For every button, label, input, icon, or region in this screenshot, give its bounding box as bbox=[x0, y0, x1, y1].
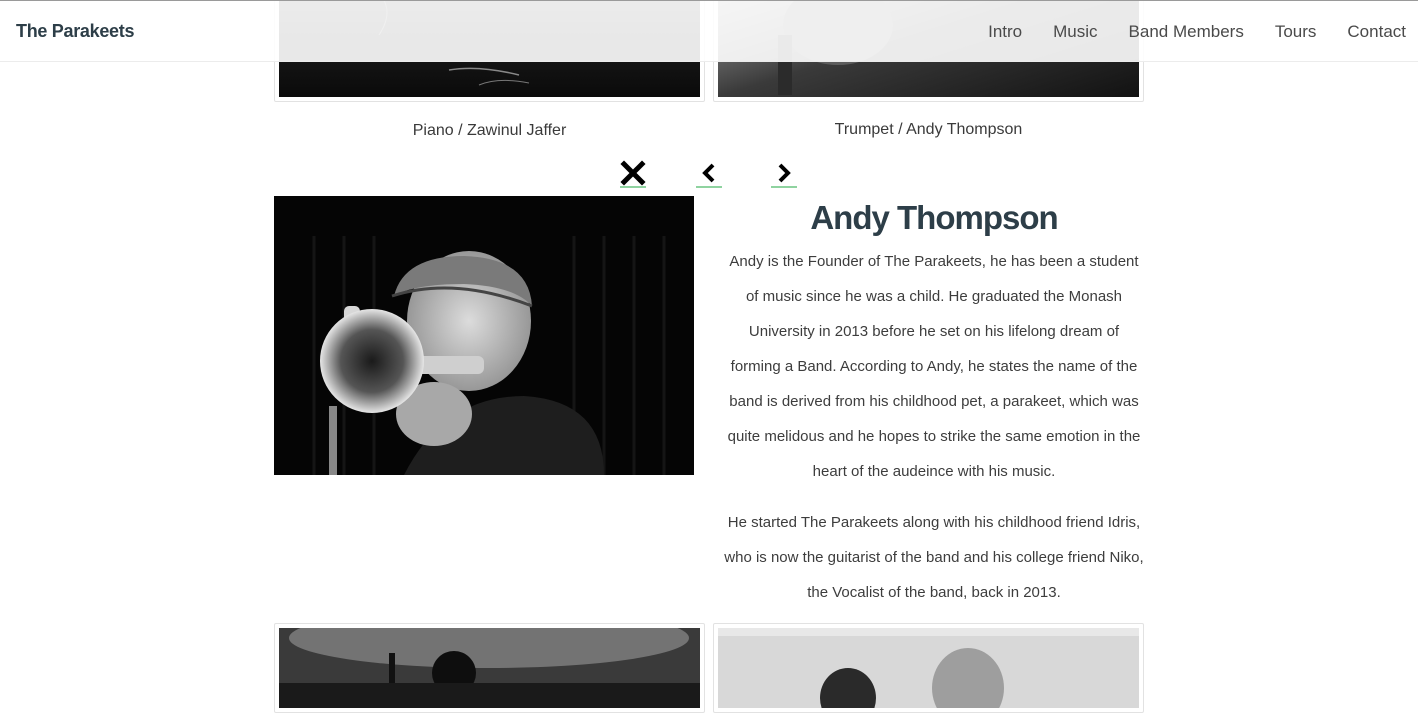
chevron-left-icon bbox=[702, 163, 715, 183]
main-nav: Intro Music Band Members Tours Contact bbox=[988, 22, 1406, 42]
nav-band-members[interactable]: Band Members bbox=[1129, 22, 1244, 42]
nav-intro[interactable]: Intro bbox=[988, 22, 1022, 42]
prev-button[interactable] bbox=[696, 160, 722, 188]
band-member-photo bbox=[718, 628, 1139, 708]
close-button[interactable] bbox=[620, 160, 646, 188]
site-header: The Parakeets Intro Music Band Members T… bbox=[0, 1, 1418, 62]
member-bio-paragraph: He started The Parakeets along with his … bbox=[724, 514, 1144, 601]
member-detail: Andy Thompson Andy is the Founder of The… bbox=[722, 196, 1146, 610]
nav-tours[interactable]: Tours bbox=[1275, 22, 1317, 42]
band-member-card[interactable] bbox=[274, 623, 705, 713]
caption-piano: Piano / Zawinul Jaffer bbox=[412, 122, 567, 139]
andy-thompson-photo bbox=[274, 196, 694, 475]
close-icon bbox=[620, 160, 646, 186]
band-member-card[interactable] bbox=[713, 623, 1144, 713]
brand-logo[interactable]: The Parakeets bbox=[16, 21, 134, 42]
caption-trumpet: Trumpet / Andy Thompson bbox=[834, 121, 1023, 138]
member-name: Andy Thompson bbox=[810, 199, 1058, 236]
top-border bbox=[0, 0, 1418, 1]
nav-music[interactable]: Music bbox=[1053, 22, 1097, 42]
next-button[interactable] bbox=[771, 160, 797, 188]
member-bio-paragraph: Andy is the Founder of The Parakeets, he… bbox=[727, 253, 1141, 480]
chevron-right-icon bbox=[778, 163, 791, 183]
band-member-photo bbox=[279, 628, 700, 708]
nav-contact[interactable]: Contact bbox=[1347, 22, 1406, 42]
